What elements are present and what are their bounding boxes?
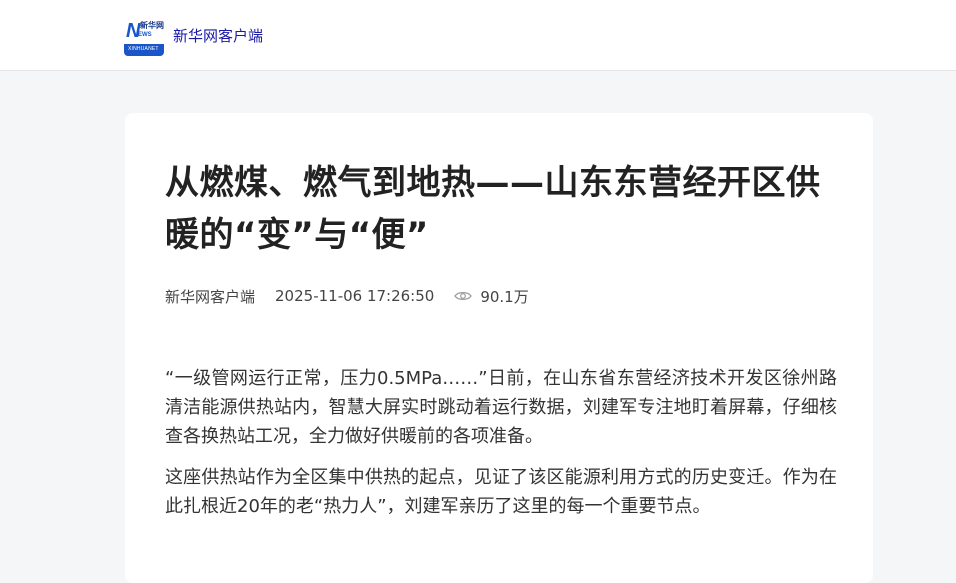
article-meta: 新华网客户端 2025-11-06 17:26:50 90.1万 — [165, 285, 529, 307]
article-paragraph: 这座供热站作为全区集中供热的起点，见证了该区能源利用方式的历史变迁。作为在此扎根… — [165, 467, 837, 517]
article-source: 新华网客户端 — [165, 287, 256, 306]
top-bar: N EWS 新华网 XINHUANET 新华网客户端 — [0, 0, 956, 71]
article-datetime: 2025-11-06 17:26:50 — [275, 287, 435, 305]
logo-small-text: EWS — [138, 32, 152, 38]
logo-cn-text: 新华网 — [140, 21, 164, 30]
article-views: 90.1万 — [480, 287, 529, 306]
logo-letter: N — [126, 20, 141, 42]
eye-icon — [454, 292, 473, 300]
article-title: 从燃煤、燃气到地热——山东东营经开区供暖的“变”与“便” — [165, 163, 821, 255]
site-name-link[interactable]: 新华网客户端 — [173, 26, 263, 46]
xinhuanet-logo[interactable]: N EWS 新华网 XINHUANET — [124, 20, 164, 56]
article-card: 从燃煤、燃气到地热——山东东营经开区供暖的“变”与“便” 新华网客户端 2025… — [125, 113, 873, 583]
logo-bottom-band: XINHUANET — [124, 44, 164, 56]
article-body: “一级管网运行正常，压力0.5MPa……”日前，在山东省东营经济技术开发区徐州路… — [165, 364, 837, 533]
logo-top: N EWS 新华网 — [124, 20, 164, 44]
logo-bottom-text: XINHUANET — [128, 46, 159, 52]
article-paragraph: “一级管网运行正常，压力0.5MPa……”日前，在山东省东营经济技术开发区徐州路… — [165, 368, 837, 447]
